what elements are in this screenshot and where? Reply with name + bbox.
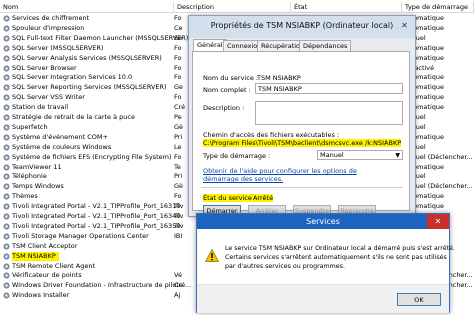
service-name: Vérificateur de points bbox=[12, 271, 82, 280]
message-footer: OK bbox=[197, 284, 449, 313]
message-line-2: Certains services s'arrêtent automatique… bbox=[225, 254, 447, 261]
service-gear-icon bbox=[3, 154, 10, 161]
service-status-label: État du service : bbox=[203, 194, 257, 202]
service-gear-icon bbox=[3, 233, 10, 240]
dialog-title: Propriétés de TSM NSIABKP (Ordinateur lo… bbox=[189, 16, 415, 38]
service-name: Superfetch bbox=[12, 122, 48, 131]
service-name: Système de fichiers EFS (Encrypting File… bbox=[12, 152, 172, 161]
service-name: SQL Server Browser bbox=[12, 63, 77, 72]
service-name: Thèmes bbox=[12, 192, 38, 201]
service-name: SQL Server Analysis Services (MSSQLSERVE… bbox=[12, 53, 162, 62]
service-name: TSM Client Acceptor bbox=[12, 241, 78, 250]
close-icon[interactable]: ✕ bbox=[398, 20, 411, 31]
service-gear-icon bbox=[3, 253, 10, 260]
service-gear-icon bbox=[3, 65, 10, 71]
service-gear-icon bbox=[3, 292, 10, 299]
service-gear-icon bbox=[3, 213, 10, 220]
exe-path-value: C:\Program Files\Tivoli\TSM\baclient\dsm… bbox=[203, 139, 402, 147]
service-name: SQL Server Integration Services 10.0 bbox=[12, 73, 133, 82]
ok-button[interactable]: OK bbox=[397, 293, 441, 306]
service-name: Tivoli Storage Manager Operations Center bbox=[12, 231, 149, 240]
service-name-label: Nom du service : bbox=[203, 74, 259, 82]
tab-dependances[interactable]: Dépendances bbox=[299, 40, 352, 51]
service-gear-icon bbox=[3, 74, 10, 81]
service-gear-icon bbox=[3, 55, 10, 62]
service-name: Spouleur d'impression bbox=[12, 23, 85, 32]
description-label: Description : bbox=[203, 104, 245, 112]
service-name: TeamViewer 11 bbox=[12, 162, 62, 171]
startup-type-label: Type de démarrage : bbox=[203, 152, 271, 160]
service-gear-icon bbox=[3, 282, 10, 289]
general-panel: Nom du service : TSM NSIABKP Nom complet… bbox=[192, 51, 410, 216]
separator bbox=[201, 187, 403, 188]
close-icon[interactable]: ✕ bbox=[427, 214, 449, 229]
properties-dialog: Propriétés de TSM NSIABKP (Ordinateur lo… bbox=[188, 15, 416, 217]
service-name: Services de chiffrement bbox=[12, 14, 90, 22]
service-gear-icon bbox=[3, 114, 10, 121]
description-field[interactable] bbox=[255, 101, 403, 125]
service-name: Système de couleurs Windows bbox=[12, 142, 112, 151]
service-gear-icon bbox=[3, 104, 10, 111]
service-name: SQL Server (MSSQLSERVER) bbox=[12, 43, 104, 52]
display-name-value: TSM NSIABKP bbox=[258, 85, 302, 93]
message-title: Services bbox=[197, 214, 449, 229]
service-status-value: Arrêté bbox=[253, 194, 274, 202]
service-gear-icon bbox=[3, 243, 10, 250]
service-gear-icon bbox=[3, 84, 10, 91]
service-name: SQL Server Reporting Services (MSSQLSERV… bbox=[12, 83, 167, 92]
column-header-description[interactable]: Description bbox=[174, 2, 291, 13]
service-gear-icon bbox=[3, 272, 10, 279]
startup-type-select[interactable]: Manuel ▼ bbox=[317, 150, 403, 160]
service-gear-icon bbox=[3, 94, 10, 101]
service-gear-icon bbox=[3, 45, 10, 52]
warning-icon bbox=[205, 249, 219, 262]
exe-path-label: Chemin d'accès des fichiers exécutables … bbox=[203, 131, 340, 139]
service-name: Tivoli Integrated Portal - V2.1_TIPProfi… bbox=[12, 221, 181, 230]
service-name: SQL Full-text Filter Daemon Launcher (MS… bbox=[12, 33, 189, 42]
help-link[interactable]: Obtenir de l'aide pour configurer les op… bbox=[203, 167, 373, 183]
service-name: Windows Driver Foundation - Infrastructu… bbox=[12, 281, 192, 290]
service-gear-icon bbox=[3, 144, 10, 151]
column-header-name[interactable]: Nom bbox=[0, 2, 174, 13]
service-name: Téléphonie bbox=[12, 172, 47, 181]
service-gear-icon bbox=[3, 223, 10, 230]
service-name: Temps Windows bbox=[12, 182, 64, 191]
message-line-1: Le service TSM NSIABKP sur Ordinateur lo… bbox=[225, 245, 455, 252]
service-gear-icon bbox=[3, 124, 10, 131]
service-name: Système d'événement COM+ bbox=[12, 132, 108, 141]
services-message-box: Services ✕ Le service TSM NSIABKP sur Or… bbox=[196, 213, 455, 313]
display-name-label: Nom complet : bbox=[203, 86, 251, 94]
service-name: SQL Server VSS Writer bbox=[12, 93, 85, 102]
service-name-value: TSM NSIABKP bbox=[257, 74, 301, 82]
service-gear-icon bbox=[3, 35, 10, 42]
column-header-startup[interactable]: Type de démarrage bbox=[402, 2, 474, 13]
column-header-state[interactable]: État bbox=[291, 2, 402, 13]
service-gear-icon bbox=[3, 15, 10, 22]
service-gear-icon bbox=[3, 25, 10, 32]
service-name: TSM Remote Client Agent bbox=[12, 261, 96, 270]
service-gear-icon bbox=[3, 263, 10, 269]
service-name: Station de travail bbox=[12, 103, 69, 112]
message-line-3: par d'autres services ou programmes. bbox=[225, 263, 345, 270]
service-gear-icon bbox=[3, 164, 10, 170]
service-name: Stratégie de retrait de la carte à puce bbox=[12, 113, 135, 121]
message-body: Le service TSM NSIABKP sur Ordinateur lo… bbox=[197, 229, 455, 284]
service-name: Tivoli Integrated Portal - V2.1_TIPProfi… bbox=[12, 212, 181, 220]
display-name-field[interactable]: TSM NSIABKP bbox=[255, 83, 403, 94]
service-gear-icon bbox=[3, 203, 10, 210]
service-gear-icon bbox=[3, 173, 10, 180]
startup-type-value: Manuel bbox=[320, 151, 344, 159]
service-name: TSM NSIABKP bbox=[12, 251, 59, 261]
service-gear-icon bbox=[3, 193, 10, 200]
service-gear-icon bbox=[3, 134, 10, 141]
chevron-down-icon: ▼ bbox=[395, 152, 400, 159]
service-name: Tivoli Integrated Portal - V2.1_TIPProfi… bbox=[12, 202, 181, 211]
service-gear-icon bbox=[3, 183, 10, 190]
service-name: Windows Installer bbox=[12, 291, 70, 300]
